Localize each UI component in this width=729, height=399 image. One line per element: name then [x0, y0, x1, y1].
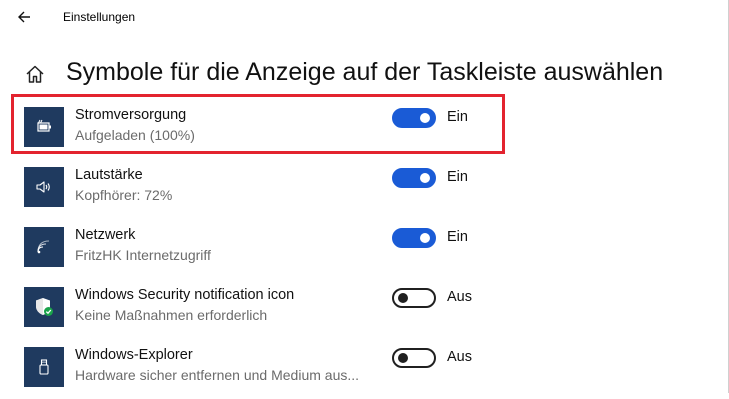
item-title: Windows-Explorer: [75, 347, 193, 363]
back-arrow-icon: [18, 11, 30, 23]
toggle-label: Aus: [447, 289, 472, 305]
icon-tile: [24, 287, 64, 327]
speaker-icon: [36, 181, 50, 193]
item-title: Netzwerk: [75, 227, 136, 243]
toggle-label: Aus: [447, 349, 472, 365]
toggle-switch-netzwerk[interactable]: [392, 228, 436, 248]
window-title: Einstellungen: [63, 10, 136, 24]
list-item-windows-security: Windows Security notification icon Keine…: [24, 287, 504, 339]
item-status: Keine Maßnahmen erforderlich: [75, 307, 268, 323]
icon-tile: [24, 347, 64, 387]
toggle-switch-lautstaerke[interactable]: [392, 168, 436, 188]
item-status: FritzHK Internetzugriff: [75, 247, 211, 263]
list-item-netzwerk: Netzwerk FritzHK Internetzugriff Ein: [24, 227, 504, 279]
home-icon: [26, 65, 44, 83]
wifi-icon: [37, 240, 50, 254]
title-bar: Einstellungen: [0, 0, 729, 34]
usb-drive-icon: [39, 359, 49, 375]
security-shield-icon: [36, 298, 53, 316]
toggle-knob: [420, 233, 430, 243]
highlight-box: [11, 94, 505, 154]
back-button[interactable]: [14, 6, 36, 28]
toggle-switch-windows-security[interactable]: [392, 288, 436, 308]
toggle-switch-windows-explorer[interactable]: [392, 348, 436, 368]
list-item-lautstaerke: Lautstärke Kopfhörer: 72% Ein: [24, 167, 504, 219]
toggle-label: Ein: [447, 229, 468, 245]
item-title: Lautstärke: [75, 167, 143, 183]
toggle-knob: [420, 173, 430, 183]
item-title: Windows Security notification icon: [75, 287, 295, 303]
icon-tile: [24, 227, 64, 267]
toggle-knob: [398, 353, 408, 363]
page-title: Symbole für die Anzeige auf der Taskleis…: [66, 58, 664, 86]
icon-tile: [24, 167, 64, 207]
item-status: Hardware sicher entfernen und Medium aus…: [75, 367, 360, 383]
home-button[interactable]: [24, 63, 46, 85]
list-item-windows-explorer: Windows-Explorer Hardware sicher entfern…: [24, 347, 504, 399]
toggle-knob: [398, 293, 408, 303]
toggle-label: Ein: [447, 169, 468, 185]
item-status: Kopfhörer: 72%: [75, 187, 173, 203]
